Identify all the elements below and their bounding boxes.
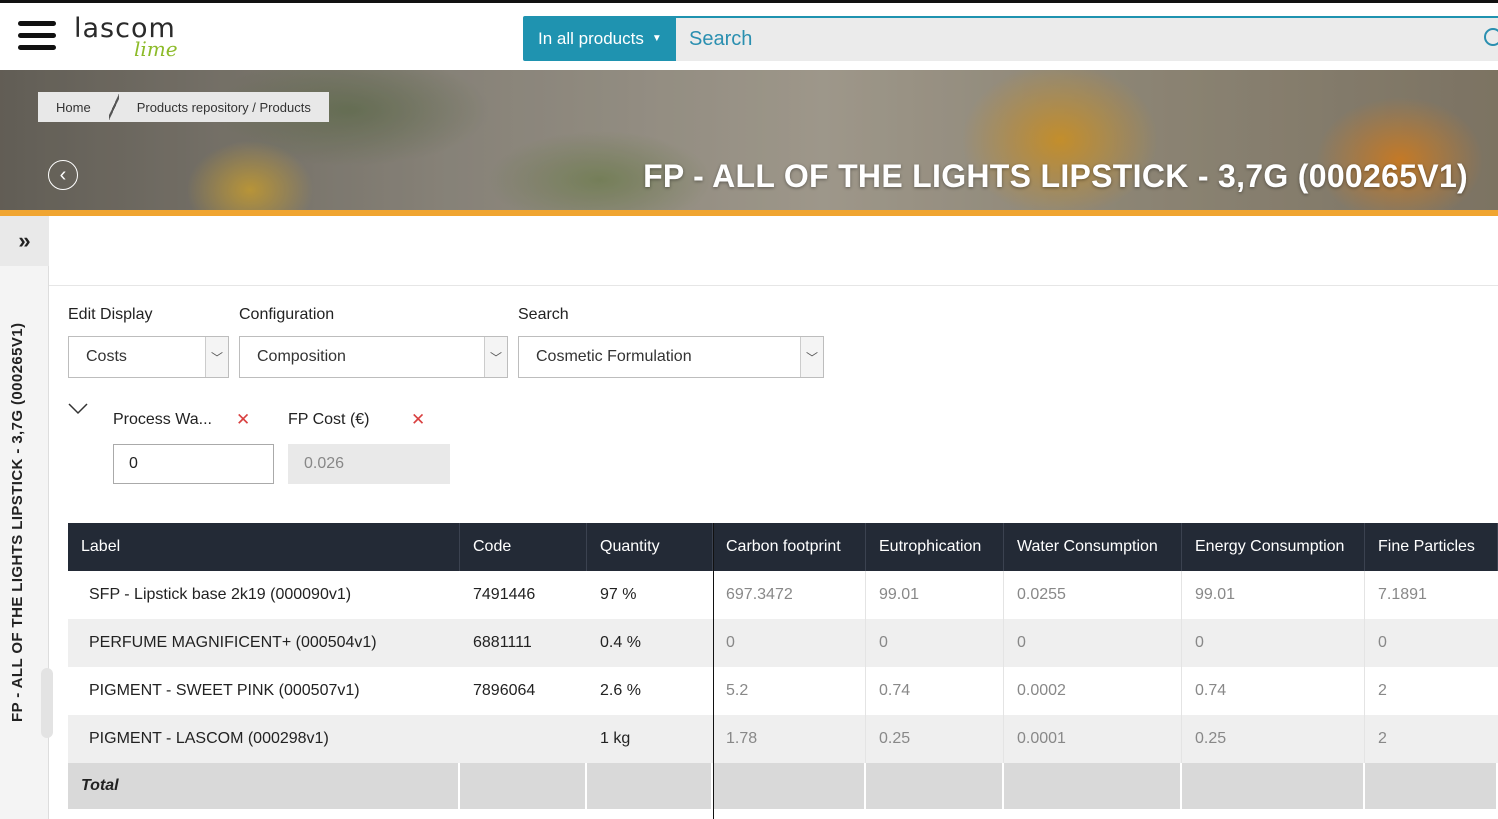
configuration-select[interactable]: Composition ﹀ [239, 336, 508, 378]
total-cell [1182, 763, 1365, 809]
cell-eutrophication: 0.74 [866, 667, 1004, 715]
side-panel-title: FP - ALL OF THE LIGHTS LIPSTICK - 3,7G (… [9, 322, 26, 722]
column-header-energy-consumption[interactable]: Energy Consumption [1182, 523, 1365, 571]
chevron-down-icon: ﹀ [205, 337, 228, 377]
cell-code: 7896064 [473, 682, 536, 699]
total-cell [866, 763, 1004, 809]
column-header-water-consumption[interactable]: Water Consumption [1004, 523, 1182, 571]
cell-quantity: 1 kg [600, 730, 631, 747]
column-header-label[interactable]: Label [68, 523, 460, 571]
cell-energy-consumption: 99.01 [1182, 571, 1365, 619]
lascom-logo[interactable]: lascom lime [74, 13, 189, 63]
remove-field-icon[interactable]: ✕ [411, 410, 425, 430]
breadcrumb: Home Products repository / Products [38, 92, 329, 122]
global-search-input[interactable]: Search [676, 16, 1498, 61]
fp-cost-value: 0.026 [304, 455, 345, 472]
search-icon[interactable] [1484, 28, 1498, 46]
cell-eutrophication: 99.01 [866, 571, 1004, 619]
configuration-label: Configuration [239, 306, 335, 323]
search-filter-value: Cosmetic Formulation [536, 348, 692, 365]
table-row[interactable]: PIGMENT - SWEET PINK (000507v1) 7896064 … [68, 667, 1498, 715]
page-title: FP - ALL OF THE LIGHTS LIPSTICK - 3,7G (… [643, 158, 1468, 194]
column-header-carbon-footprint[interactable]: Carbon footprint [713, 523, 866, 571]
cell-code [460, 715, 587, 763]
collapse-chevron-icon[interactable] [68, 402, 88, 416]
product-banner: Home Products repository / Products ‹ FP… [0, 70, 1498, 210]
cell-water-consumption: 0.0001 [1004, 715, 1182, 763]
cell-water-consumption: 0 [1004, 619, 1182, 667]
cell-fine-particles: 0 [1378, 634, 1387, 651]
top-bar: lascom lime In all products ▼ Search [0, 0, 1498, 70]
fp-cost-input: 0.026 [288, 444, 450, 484]
cell-carbon-footprint: 1.78 [713, 715, 866, 763]
cell-carbon-footprint: 0 [713, 619, 866, 667]
cell-carbon-footprint: 697.3472 [713, 571, 866, 619]
cell-energy-consumption: 0 [1182, 619, 1365, 667]
edit-display-value: Costs [86, 348, 127, 365]
cell-fine-particles: 7.1891 [1378, 586, 1427, 603]
breadcrumb-home[interactable]: Home [38, 92, 109, 122]
cell-code: 7491446 [473, 586, 536, 603]
cell-quantity: 0.4 % [600, 634, 641, 651]
cell-water-consumption: 0.0002 [1004, 667, 1182, 715]
table-total-row: Total [68, 763, 1498, 809]
breadcrumb-separator [108, 92, 119, 122]
total-cell [587, 763, 713, 809]
total-cell [1004, 763, 1182, 809]
table-row[interactable]: PIGMENT - LASCOM (000298v1) 1 kg 1.78 0.… [68, 715, 1498, 763]
table-row[interactable]: SFP - Lipstick base 2k19 (000090v1) 7491… [68, 571, 1498, 619]
cell-fine-particles: 2 [1378, 682, 1387, 699]
breadcrumb-products[interactable]: Products repository / Products [118, 92, 329, 122]
total-label: Total [68, 763, 460, 809]
configuration-value: Composition [257, 348, 346, 365]
cell-energy-consumption: 0.74 [1182, 667, 1365, 715]
side-panel-scrollbar[interactable] [41, 668, 53, 738]
process-waste-label: Process Wa... [113, 411, 212, 428]
cell-quantity: 2.6 % [600, 682, 641, 699]
cell-label: SFP - Lipstick base 2k19 (000090v1) [89, 586, 352, 603]
process-waste-input[interactable]: 0 [113, 444, 274, 484]
edit-display-label: Edit Display [68, 306, 153, 323]
process-waste-value: 0 [129, 455, 138, 472]
cell-code: 6881111 [473, 634, 532, 651]
cell-eutrophication: 0.25 [866, 715, 1004, 763]
column-header-quantity[interactable]: Quantity [587, 523, 713, 571]
back-arrow-icon[interactable]: ‹ [48, 160, 78, 190]
column-header-eutrophication[interactable]: Eutrophication [866, 523, 1004, 571]
table-header: Label Code Quantity Carbon footprint Eut… [68, 523, 1498, 571]
hamburger-menu-icon[interactable] [18, 21, 56, 55]
total-cell [713, 763, 866, 809]
cell-water-consumption: 0.0255 [1004, 571, 1182, 619]
search-scope-label: In all products [538, 28, 644, 48]
cell-label: PIGMENT - LASCOM (000298v1) [89, 730, 329, 747]
search-scope-dropdown[interactable]: In all products ▼ [523, 16, 676, 61]
frozen-columns-divider [713, 523, 714, 819]
search-placeholder: Search [689, 28, 753, 50]
cell-energy-consumption: 0.25 [1182, 715, 1365, 763]
edit-display-select[interactable]: Costs ﹀ [68, 336, 229, 378]
toolbar-strip [49, 216, 1498, 286]
cell-quantity: 97 % [600, 586, 637, 603]
column-header-code[interactable]: Code [460, 523, 587, 571]
cell-eutrophication: 0 [866, 619, 1004, 667]
search-filter-select[interactable]: Cosmetic Formulation ﹀ [518, 336, 824, 378]
chevron-down-icon: ﹀ [484, 337, 507, 377]
table-row[interactable]: PERFUME MAGNIFICENT+ (000504v1) 6881111 … [68, 619, 1498, 667]
total-cell [1365, 763, 1498, 809]
cell-fine-particles: 2 [1378, 730, 1387, 747]
total-cell [460, 763, 587, 809]
search-filter-label: Search [518, 306, 569, 323]
cell-label: PERFUME MAGNIFICENT+ (000504v1) [89, 634, 377, 651]
logo-sub-text: lime [134, 37, 178, 61]
cell-carbon-footprint: 5.2 [713, 667, 866, 715]
expand-panel-icon[interactable]: » [0, 216, 49, 266]
composition-table: Label Code Quantity Carbon footprint Eut… [68, 523, 1498, 819]
chevron-down-icon: ﹀ [800, 337, 823, 377]
fp-cost-label: FP Cost (€) [288, 411, 370, 428]
caret-down-icon: ▼ [651, 33, 662, 44]
column-header-fine-particles[interactable]: Fine Particles [1365, 523, 1498, 571]
remove-field-icon[interactable]: ✕ [236, 410, 250, 430]
cell-label: PIGMENT - SWEET PINK (000507v1) [89, 682, 360, 699]
